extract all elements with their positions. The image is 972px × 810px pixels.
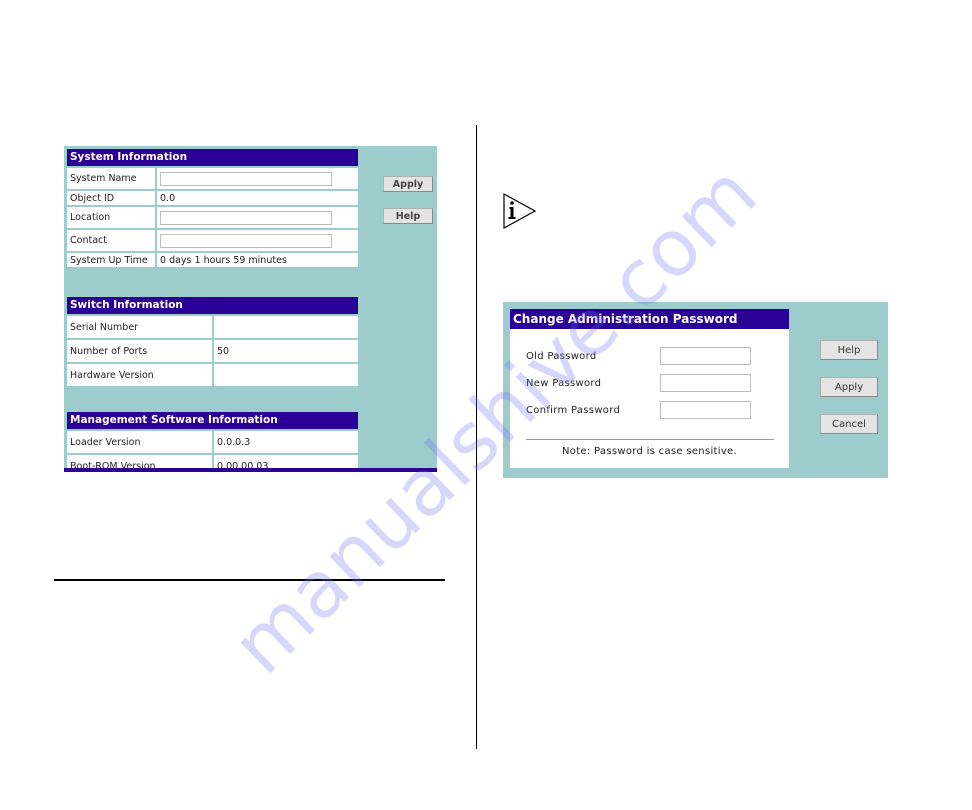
- table-row: Loader Version 0.0.0.3: [67, 431, 358, 453]
- hardware-version-label: Hardware Version: [67, 364, 212, 386]
- new-password-label: New Password: [526, 377, 602, 389]
- new-password-input[interactable]: [660, 374, 751, 392]
- table-row: Contact: [67, 230, 358, 251]
- table-row: Hardware Version: [67, 364, 358, 386]
- management-software-header: Management Software Information: [67, 412, 358, 429]
- contact-input[interactable]: [160, 233, 332, 248]
- system-information-header: System Information: [67, 149, 358, 166]
- location-input[interactable]: [160, 210, 332, 225]
- table-row: Number of Ports 50: [67, 340, 358, 362]
- case-sensitive-note: Note: Password is case sensitive.: [562, 446, 737, 457]
- apply-button[interactable]: Apply: [383, 176, 433, 192]
- old-password-row: Old Password: [526, 347, 751, 365]
- cancel-button[interactable]: Cancel: [820, 414, 878, 434]
- change-password-header: Change Administration Password: [510, 309, 789, 329]
- system-info-panel: System Information System Name Object ID…: [64, 146, 437, 468]
- change-password-panel: Change Administration Password Old Passw…: [503, 302, 888, 478]
- help-button[interactable]: Help: [383, 208, 433, 224]
- panel-bottom-bar: [64, 468, 437, 472]
- table-row: Boot-ROM Version 0.00.00.03: [67, 455, 358, 468]
- number-of-ports-value: 50: [214, 340, 358, 362]
- confirm-password-input[interactable]: [660, 401, 751, 419]
- apply-button[interactable]: Apply: [820, 377, 878, 397]
- switch-information-header: Switch Information: [67, 297, 358, 314]
- change-password-form: Change Administration Password Old Passw…: [510, 309, 789, 468]
- table-row: Serial Number: [67, 316, 358, 338]
- loader-version-label: Loader Version: [67, 431, 212, 453]
- old-password-label: Old Password: [526, 350, 597, 362]
- management-software-table: Management Software Information Loader V…: [67, 412, 358, 468]
- table-row: System Up Time 0 days 1 hours 59 minutes: [67, 253, 358, 267]
- table-row: Location: [67, 207, 358, 228]
- table-row: System Name: [67, 168, 358, 189]
- switch-information-table: Switch Information Serial Number Number …: [67, 297, 358, 386]
- contact-label: Contact: [67, 230, 155, 251]
- location-label: Location: [67, 207, 155, 228]
- new-password-row: New Password: [526, 374, 751, 392]
- object-id-label: Object ID: [67, 191, 155, 205]
- section-rule: [54, 579, 445, 581]
- system-up-time-label: System Up Time: [67, 253, 155, 267]
- form-divider: [526, 439, 774, 440]
- system-up-time-value: 0 days 1 hours 59 minutes: [157, 253, 358, 267]
- system-information-table: System Information System Name Object ID…: [67, 149, 358, 267]
- old-password-input[interactable]: [660, 347, 751, 365]
- loader-version-value: 0.0.0.3: [214, 431, 358, 453]
- confirm-password-row: Confirm Password: [526, 401, 751, 419]
- table-row: Object ID 0.0: [67, 191, 358, 205]
- object-id-value: 0.0: [157, 191, 358, 205]
- info-icon: [503, 193, 537, 229]
- boot-rom-version-label: Boot-ROM Version: [67, 455, 212, 468]
- boot-rom-version-value: 0.00.00.03: [214, 455, 358, 468]
- system-name-label: System Name: [67, 168, 155, 189]
- number-of-ports-label: Number of Ports: [67, 340, 212, 362]
- serial-number-label: Serial Number: [67, 316, 212, 338]
- hardware-version-value: [214, 364, 358, 386]
- help-button[interactable]: Help: [820, 340, 878, 360]
- column-divider: [476, 125, 477, 749]
- confirm-password-label: Confirm Password: [526, 404, 621, 416]
- serial-number-value: [214, 316, 358, 338]
- system-name-input[interactable]: [160, 171, 332, 186]
